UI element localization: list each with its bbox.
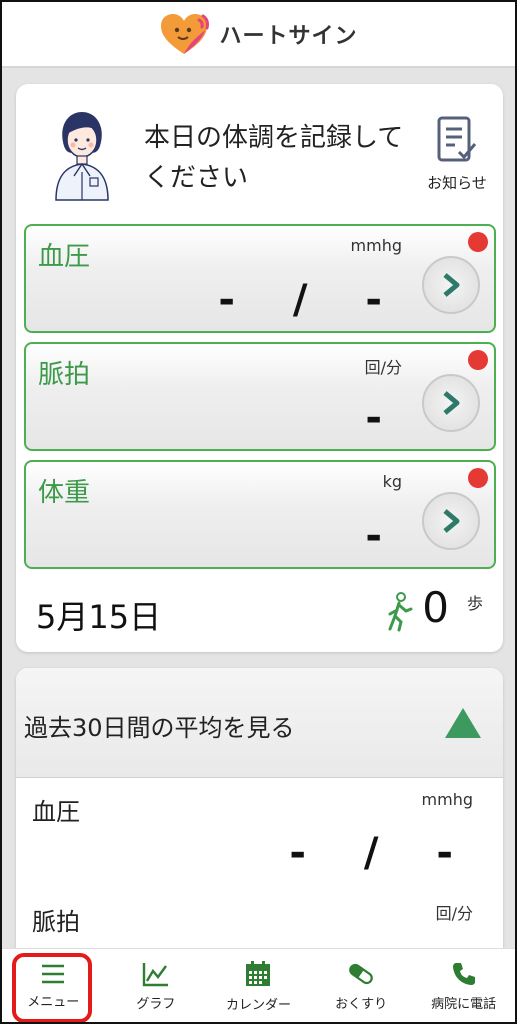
walking-person-icon [388,592,413,632]
average-row-value: - / - [289,830,475,876]
nav-label: 病院に電話 [431,997,497,1012]
pulse-card[interactable]: 脈拍 回/分 - [24,342,496,451]
average-title: 過去30日間の平均を見る [24,714,295,742]
nav-label: グラフ [136,997,176,1012]
metric-title: 脈拍 [38,360,91,390]
nav-label: カレンダー [225,998,291,1013]
phone-icon [452,963,475,985]
average-toggle[interactable]: 過去30日間の平均を見る [16,668,503,778]
metric-unit: 回/分 [364,358,402,377]
today-record-card: 本日の体調を記録してください お知らせ 血圧 mmhg - / - 脈拍 回/分… [16,84,503,652]
metric-unit: mmhg [350,236,402,255]
nav-menu[interactable]: メニュー [2,949,105,1022]
nav-call-hospital[interactable]: 病院に電話 [412,949,515,1022]
nav-label: おくすり [335,997,388,1012]
selection-highlight [12,953,92,1022]
average-row-label: 血圧 [32,798,80,826]
metric-title: 体重 [38,478,91,508]
chevron-right-button[interactable] [422,374,480,432]
step-counter: 0 歩 [384,584,483,632]
notice-label: お知らせ [427,174,487,192]
app-name: ハートサイン [219,24,358,49]
app-logo: ハートサイン [159,12,357,56]
average-row-label: 脈拍 [32,908,80,936]
calendar-icon [246,961,271,986]
chevron-right-icon [443,391,460,415]
nav-medicine[interactable]: おくすり [310,949,413,1022]
clipboard-check-icon [437,116,477,162]
step-unit: 歩 [466,594,483,613]
record-prompt: 本日の体調を記録してください [144,123,404,193]
average-card: 過去30日間の平均を見る 血圧 mmhg - / - 脈拍 回/分 [16,668,503,988]
metric-value: - [365,513,404,559]
average-row-unit: mmhg [421,790,473,809]
metric-value: - [365,395,404,441]
pill-icon [349,963,373,985]
alert-dot [468,350,488,370]
chart-icon [142,963,168,987]
metric-value: - / - [218,277,404,323]
alert-dot [468,232,488,252]
nav-graph[interactable]: グラフ [105,949,208,1022]
chevron-right-button[interactable] [422,256,480,314]
average-row-unit: 回/分 [435,904,473,923]
metric-unit: kg [382,472,402,491]
weight-card[interactable]: 体重 kg - [24,460,496,569]
chevron-right-icon [443,273,460,297]
record-date: 5月15日 [36,598,162,636]
metric-title: 血圧 [38,242,91,272]
chevron-right-button[interactable] [422,492,480,550]
chevron-right-icon [443,509,460,533]
app-header: ハートサイン [2,2,515,68]
step-count: 0 [422,583,449,632]
bottom-nav: メニュー グラフ カレンダー おくすり 病院に電話 [2,948,515,1022]
nurse-avatar-icon [55,112,109,201]
app-frame: ハートサイン 本日の体調を記録してください お知らせ 血圧 mmhg - / -… [0,0,517,1024]
triangle-up-icon [445,708,481,738]
nav-calendar[interactable]: カレンダー [207,949,310,1022]
blood-pressure-card[interactable]: 血圧 mmhg - / - [24,224,496,333]
notice-button[interactable]: お知らせ [416,114,498,193]
heart-face-logo-icon [161,14,210,54]
alert-dot [468,468,488,488]
